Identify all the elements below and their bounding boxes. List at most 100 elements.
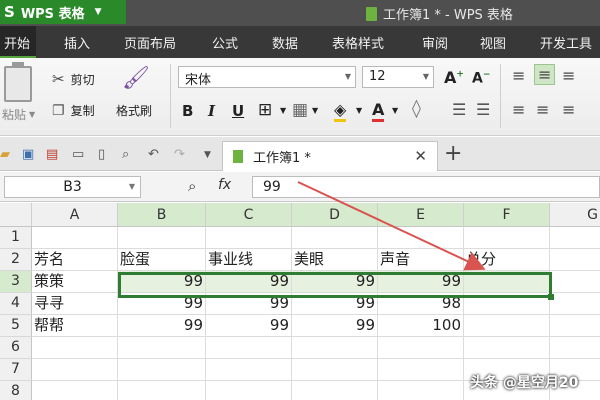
undo-icon[interactable]: ↶ — [148, 147, 159, 162]
align-bottom-icon[interactable]: ≡ — [562, 66, 575, 85]
font-color-icon[interactable]: A — [372, 100, 385, 122]
menu-review[interactable]: 审阅 — [422, 33, 448, 52]
cell[interactable] — [32, 381, 118, 400]
column-header-e[interactable]: E — [378, 203, 464, 227]
cell[interactable] — [118, 337, 206, 359]
cell[interactable] — [118, 359, 206, 381]
cell[interactable] — [32, 359, 118, 381]
decrease-indent-icon[interactable]: ☰ — [452, 100, 466, 119]
name-box[interactable]: B3 ▼ — [4, 176, 141, 198]
cell[interactable]: 脸蛋 — [118, 249, 206, 271]
cell[interactable]: 美眼 — [292, 249, 378, 271]
column-header-g[interactable]: G — [550, 203, 600, 227]
column-header-d[interactable]: D — [292, 203, 378, 227]
cell[interactable]: 芳名 — [32, 249, 118, 271]
app-menu-button[interactable]: S WPS 表格 ▼ — [0, 0, 126, 24]
open-folder-icon[interactable]: ▰ — [0, 147, 10, 162]
chevron-down-icon[interactable]: ▼ — [280, 106, 286, 115]
cell[interactable] — [550, 227, 600, 249]
find-icon[interactable]: ⌕ — [122, 147, 129, 162]
cell[interactable]: 帮帮 — [32, 315, 118, 337]
row-header[interactable]: 5 — [0, 315, 32, 337]
cell[interactable] — [550, 293, 600, 315]
cell[interactable] — [32, 337, 118, 359]
cell[interactable] — [378, 359, 464, 381]
cell[interactable] — [464, 337, 550, 359]
eraser-icon[interactable]: ◊ — [412, 98, 421, 119]
cell[interactable]: 99 — [206, 271, 292, 293]
chevron-down-icon[interactable]: ▼ — [392, 106, 398, 115]
cell[interactable]: 99 — [292, 315, 378, 337]
cell[interactable]: 99 — [292, 293, 378, 315]
font-name-select[interactable]: 宋体 ▼ — [178, 66, 356, 88]
align-middle-icon[interactable]: ≡ — [534, 64, 556, 85]
bold-button[interactable]: B — [182, 102, 193, 120]
cell[interactable] — [292, 337, 378, 359]
cell[interactable] — [464, 271, 550, 293]
menu-home[interactable]: 开始 — [0, 26, 37, 58]
cell[interactable] — [206, 337, 292, 359]
cell[interactable] — [292, 227, 378, 249]
column-header-f[interactable]: F — [464, 203, 550, 227]
menu-page-layout[interactable]: 页面布局 — [124, 33, 176, 52]
close-icon[interactable]: ✕ — [414, 147, 427, 165]
new-tab-plus-icon[interactable]: + — [444, 141, 462, 166]
fx-button[interactable]: fx — [218, 177, 231, 193]
cell[interactable]: 99 — [206, 315, 292, 337]
format-painter-icon[interactable]: 🖌 — [122, 66, 150, 91]
cell[interactable] — [292, 381, 378, 400]
paste-icon[interactable] — [4, 62, 32, 102]
align-top-icon[interactable]: ≡ — [512, 66, 525, 85]
row-header[interactable]: 6 — [0, 337, 32, 359]
fill-color-icon[interactable]: ◈ — [334, 100, 347, 122]
save-icon[interactable]: ▣ — [22, 147, 34, 162]
row-header[interactable]: 8 — [0, 381, 32, 400]
row-header[interactable]: 7 — [0, 359, 32, 381]
cell[interactable] — [464, 293, 550, 315]
merge-cells-icon[interactable]: ▦ — [292, 100, 308, 120]
cell[interactable]: 99 — [118, 271, 206, 293]
paste-button[interactable]: 粘贴 ▼ — [2, 106, 35, 123]
menu-developer[interactable]: 开发工具 — [540, 33, 592, 52]
cell[interactable]: 99 — [292, 271, 378, 293]
print-preview-icon[interactable]: ▯ — [98, 147, 105, 162]
cell[interactable] — [32, 227, 118, 249]
column-header-c[interactable]: C — [206, 203, 292, 227]
cell[interactable]: 99 — [378, 271, 464, 293]
menu-view[interactable]: 视图 — [480, 33, 506, 52]
customize-dropdown-icon[interactable]: ▼ — [204, 150, 211, 160]
format-painter-button[interactable]: 格式刷 — [116, 102, 152, 119]
cell[interactable] — [550, 315, 600, 337]
cell[interactable]: 99 — [118, 315, 206, 337]
align-center-icon[interactable]: ≡ — [536, 100, 549, 119]
cell[interactable]: 寻寻 — [32, 293, 118, 315]
italic-button[interactable]: I — [208, 102, 215, 120]
row-header[interactable]: 4 — [0, 293, 32, 315]
align-right-icon[interactable]: ≡ — [562, 100, 575, 119]
cell[interactable] — [292, 359, 378, 381]
cell[interactable] — [378, 337, 464, 359]
copy-button[interactable]: ❐ 复制 — [52, 102, 95, 119]
cell[interactable] — [550, 249, 600, 271]
cell[interactable] — [206, 227, 292, 249]
menu-insert[interactable]: 插入 — [64, 33, 90, 52]
cell[interactable]: 98 — [378, 293, 464, 315]
row-header[interactable]: 2 — [0, 249, 32, 271]
cell[interactable] — [378, 381, 464, 400]
increase-font-icon[interactable]: A+ — [444, 68, 464, 87]
cell[interactable]: 声音 — [378, 249, 464, 271]
cut-button[interactable]: ✂ 剪切 — [52, 70, 95, 88]
column-header-b[interactable]: B — [118, 203, 206, 227]
zoom-search-icon[interactable]: ⌕ — [188, 177, 196, 195]
menu-formula[interactable]: 公式 — [212, 33, 238, 52]
export-pdf-icon[interactable]: ▤ — [46, 147, 58, 162]
cell[interactable] — [464, 315, 550, 337]
decrease-font-icon[interactable]: A− — [472, 70, 490, 87]
redo-icon[interactable]: ↷ — [174, 147, 185, 162]
cell[interactable] — [378, 227, 464, 249]
cell[interactable]: 事业线 — [206, 249, 292, 271]
menu-table-style[interactable]: 表格样式 — [332, 33, 384, 52]
cell[interactable] — [206, 381, 292, 400]
align-left-icon[interactable]: ≡ — [512, 100, 525, 119]
cell[interactable] — [550, 337, 600, 359]
